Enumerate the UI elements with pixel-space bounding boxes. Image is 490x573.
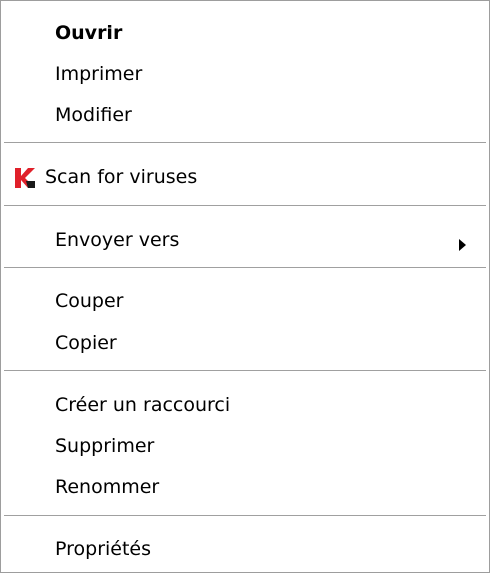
menu-item-label: Renommer <box>55 476 160 498</box>
menu-item-label: Supprimer <box>55 435 155 457</box>
menu-separator <box>4 267 486 269</box>
menu-item-label: Scan for viruses <box>45 166 198 188</box>
menu-separator <box>4 142 486 144</box>
menu-item-copier[interactable]: Copier <box>1 325 489 361</box>
menu-item-creer-un-raccourci[interactable]: Créer un raccourci <box>1 387 489 423</box>
menu-item-imprimer[interactable]: Imprimer <box>1 56 489 92</box>
menu-item-envoyer-vers[interactable]: Envoyer vers <box>1 222 489 258</box>
menu-item-label: Copier <box>55 332 117 354</box>
submenu-arrow-icon <box>459 234 467 251</box>
menu-item-label: Créer un raccourci <box>55 394 231 416</box>
menu-item-label: Envoyer vers <box>55 229 180 251</box>
menu-separator <box>4 370 486 372</box>
menu-item-label: Propriétés <box>55 538 152 560</box>
menu-item-ouvrir[interactable]: Ouvrir <box>1 15 489 51</box>
menu-item-renommer[interactable]: Renommer <box>1 469 489 505</box>
context-menu: Ouvrir Imprimer Modifier Scan for viruse… <box>0 0 490 573</box>
menu-item-label: Modifier <box>55 104 132 126</box>
menu-item-scan-for-viruses[interactable]: Scan for viruses <box>1 159 489 195</box>
menu-separator <box>4 515 486 517</box>
menu-item-proprietes[interactable]: Propriétés <box>1 531 489 567</box>
menu-item-label: Imprimer <box>55 63 143 85</box>
menu-item-supprimer[interactable]: Supprimer <box>1 428 489 464</box>
menu-item-couper[interactable]: Couper <box>1 283 489 319</box>
menu-separator <box>4 205 486 207</box>
kaspersky-icon <box>15 168 37 188</box>
menu-item-modifier[interactable]: Modifier <box>1 97 489 133</box>
menu-item-label: Ouvrir <box>55 22 123 44</box>
menu-item-label: Couper <box>55 290 124 312</box>
